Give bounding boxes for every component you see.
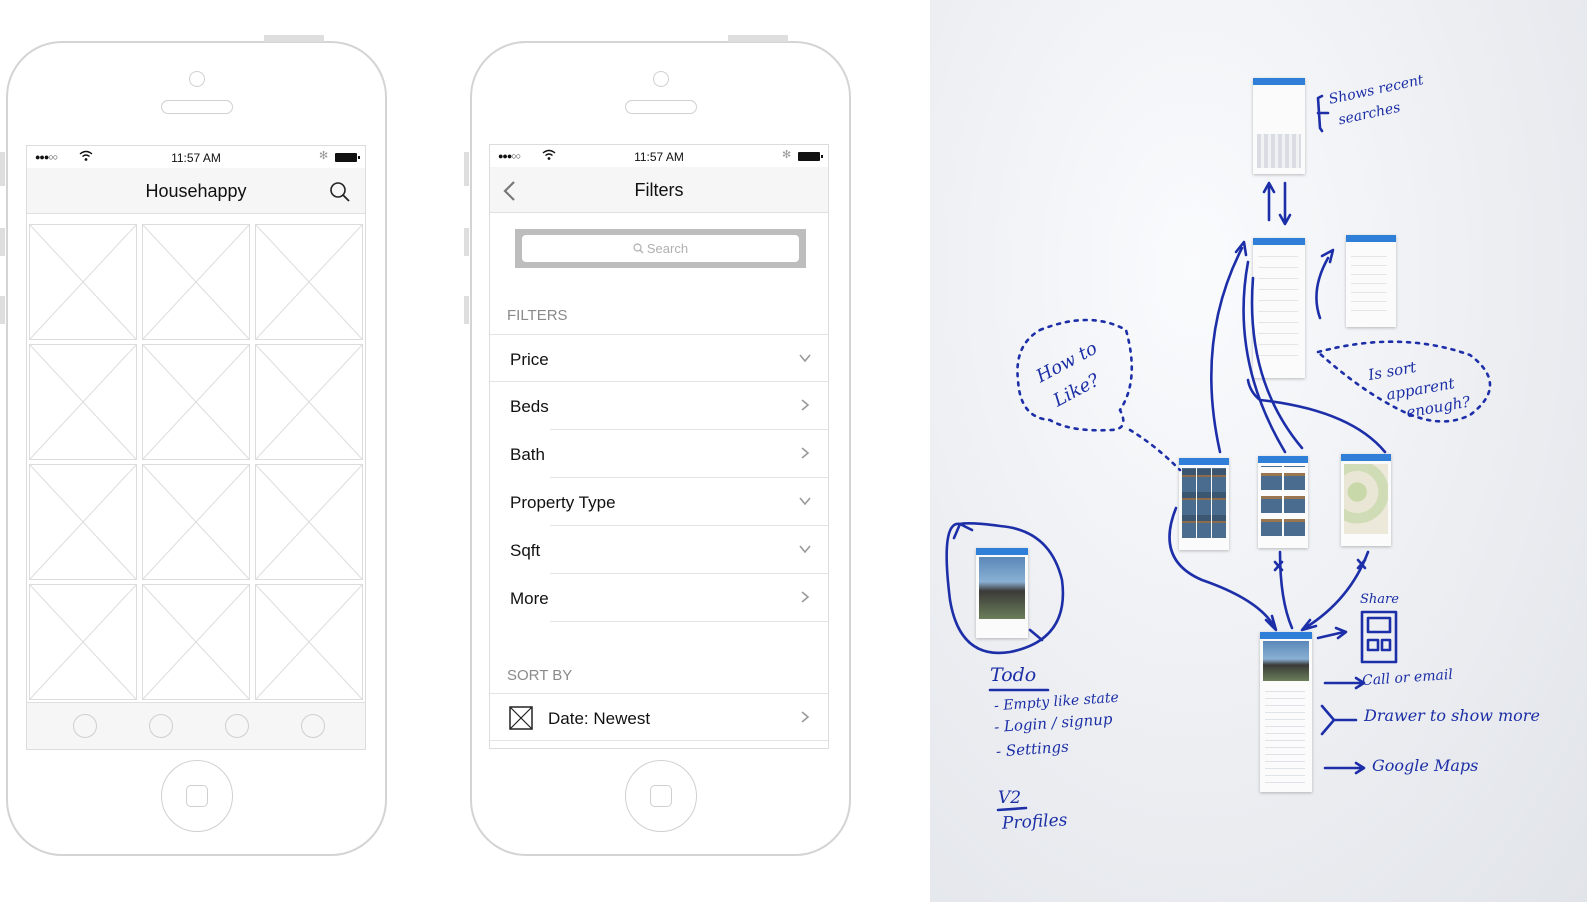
filter-label: More <box>510 589 549 608</box>
chevron-down-icon <box>799 545 811 554</box>
home-button[interactable] <box>161 760 233 832</box>
search-icon <box>633 243 644 254</box>
status-time: 11:57 AM <box>171 151 221 165</box>
image-placeholder-icon[interactable] <box>255 344 363 460</box>
bluetooth-icon: ✻ <box>782 149 792 161</box>
status-bar: ●●●○○ 11:57 AM ✻ <box>490 145 828 167</box>
sort-option[interactable]: Date: Newest <box>490 693 828 741</box>
home-button[interactable] <box>625 760 697 832</box>
chevron-right-icon <box>801 711 810 723</box>
search-bar: Search <box>515 229 806 268</box>
filter-label: Price <box>510 350 549 369</box>
search-placeholder: Search <box>646 241 689 256</box>
image-placeholder-icon[interactable] <box>142 584 250 700</box>
todo-title: Todo <box>990 664 1037 686</box>
image-placeholder-icon[interactable] <box>29 224 137 340</box>
battery-icon <box>798 152 823 161</box>
chevron-right-icon <box>801 447 810 459</box>
nav-bar: Househappy <box>27 168 365 214</box>
image-placeholder-icon[interactable] <box>29 344 137 460</box>
image-placeholder-icon[interactable] <box>255 584 363 700</box>
screen-filters: ●●●○○ 11:57 AM ✻ Filters Search FILTERS … <box>489 144 829 749</box>
tab-1[interactable] <box>73 714 97 738</box>
filter-row-price[interactable]: Price <box>490 334 828 382</box>
sort-heading: SORT BY <box>507 667 573 684</box>
filter-label: Bath <box>510 445 545 464</box>
phone-speaker <box>625 100 697 114</box>
chevron-down-icon <box>799 354 811 363</box>
filter-row-property-type[interactable]: Property Type <box>490 478 828 526</box>
screen-home: ●●●○○ 11:57 AM ✻ Househappy <box>26 145 366 750</box>
filters-heading: FILTERS <box>507 307 568 324</box>
image-placeholder-icon[interactable] <box>142 464 250 580</box>
whiteboard-sketch <box>945 94 1492 812</box>
tab-bar <box>27 702 365 749</box>
image-placeholder-icon[interactable] <box>255 464 363 580</box>
filter-row-beds[interactable]: Beds <box>490 382 828 430</box>
image-placeholder-icon[interactable] <box>142 344 250 460</box>
bluetooth-icon: ✻ <box>319 150 329 162</box>
filter-row-more[interactable]: More <box>490 574 828 622</box>
battery-icon <box>335 153 360 162</box>
whiteboard-photo: Shows recent searches How to Like? Is so… <box>930 0 1587 902</box>
sort-label: Date: Newest <box>548 709 651 728</box>
filter-row-sqft[interactable]: Sqft <box>490 526 828 574</box>
note-maps: Google Maps <box>1372 756 1479 775</box>
app-title: Househappy <box>145 181 247 201</box>
filter-label: Sqft <box>510 541 541 560</box>
page-title: Filters <box>634 180 684 200</box>
nav-bar: Filters <box>490 167 828 213</box>
filter-label: Beds <box>510 397 549 416</box>
image-placeholder-icon[interactable] <box>142 224 250 340</box>
tab-3[interactable] <box>225 714 249 738</box>
chevron-right-icon <box>801 591 810 603</box>
phone-camera <box>653 71 669 87</box>
search-icon[interactable] <box>329 181 351 203</box>
phone-speaker <box>161 100 233 114</box>
image-placeholder-icon[interactable] <box>255 224 363 340</box>
note-drawer: Drawer to show more <box>1364 706 1540 725</box>
status-bar: ●●●○○ 11:57 AM ✻ <box>27 146 365 168</box>
tab-4[interactable] <box>301 714 325 738</box>
note-profiles: Profiles <box>1001 810 1068 834</box>
image-placeholder-icon[interactable] <box>29 464 137 580</box>
filter-row-bath[interactable]: Bath <box>490 430 828 478</box>
status-time: 11:57 AM <box>634 150 684 164</box>
image-placeholder-icon[interactable] <box>29 584 137 700</box>
tab-2[interactable] <box>149 714 173 738</box>
filter-label: Property Type <box>510 493 616 512</box>
chevron-right-icon <box>801 399 810 411</box>
phone-camera <box>189 71 205 87</box>
checkbox-icon[interactable] <box>509 706 533 730</box>
chevron-down-icon <box>799 497 811 506</box>
note-v2: V2 <box>998 788 1022 808</box>
search-input[interactable]: Search <box>522 235 799 262</box>
note-share: Share <box>1360 592 1399 607</box>
